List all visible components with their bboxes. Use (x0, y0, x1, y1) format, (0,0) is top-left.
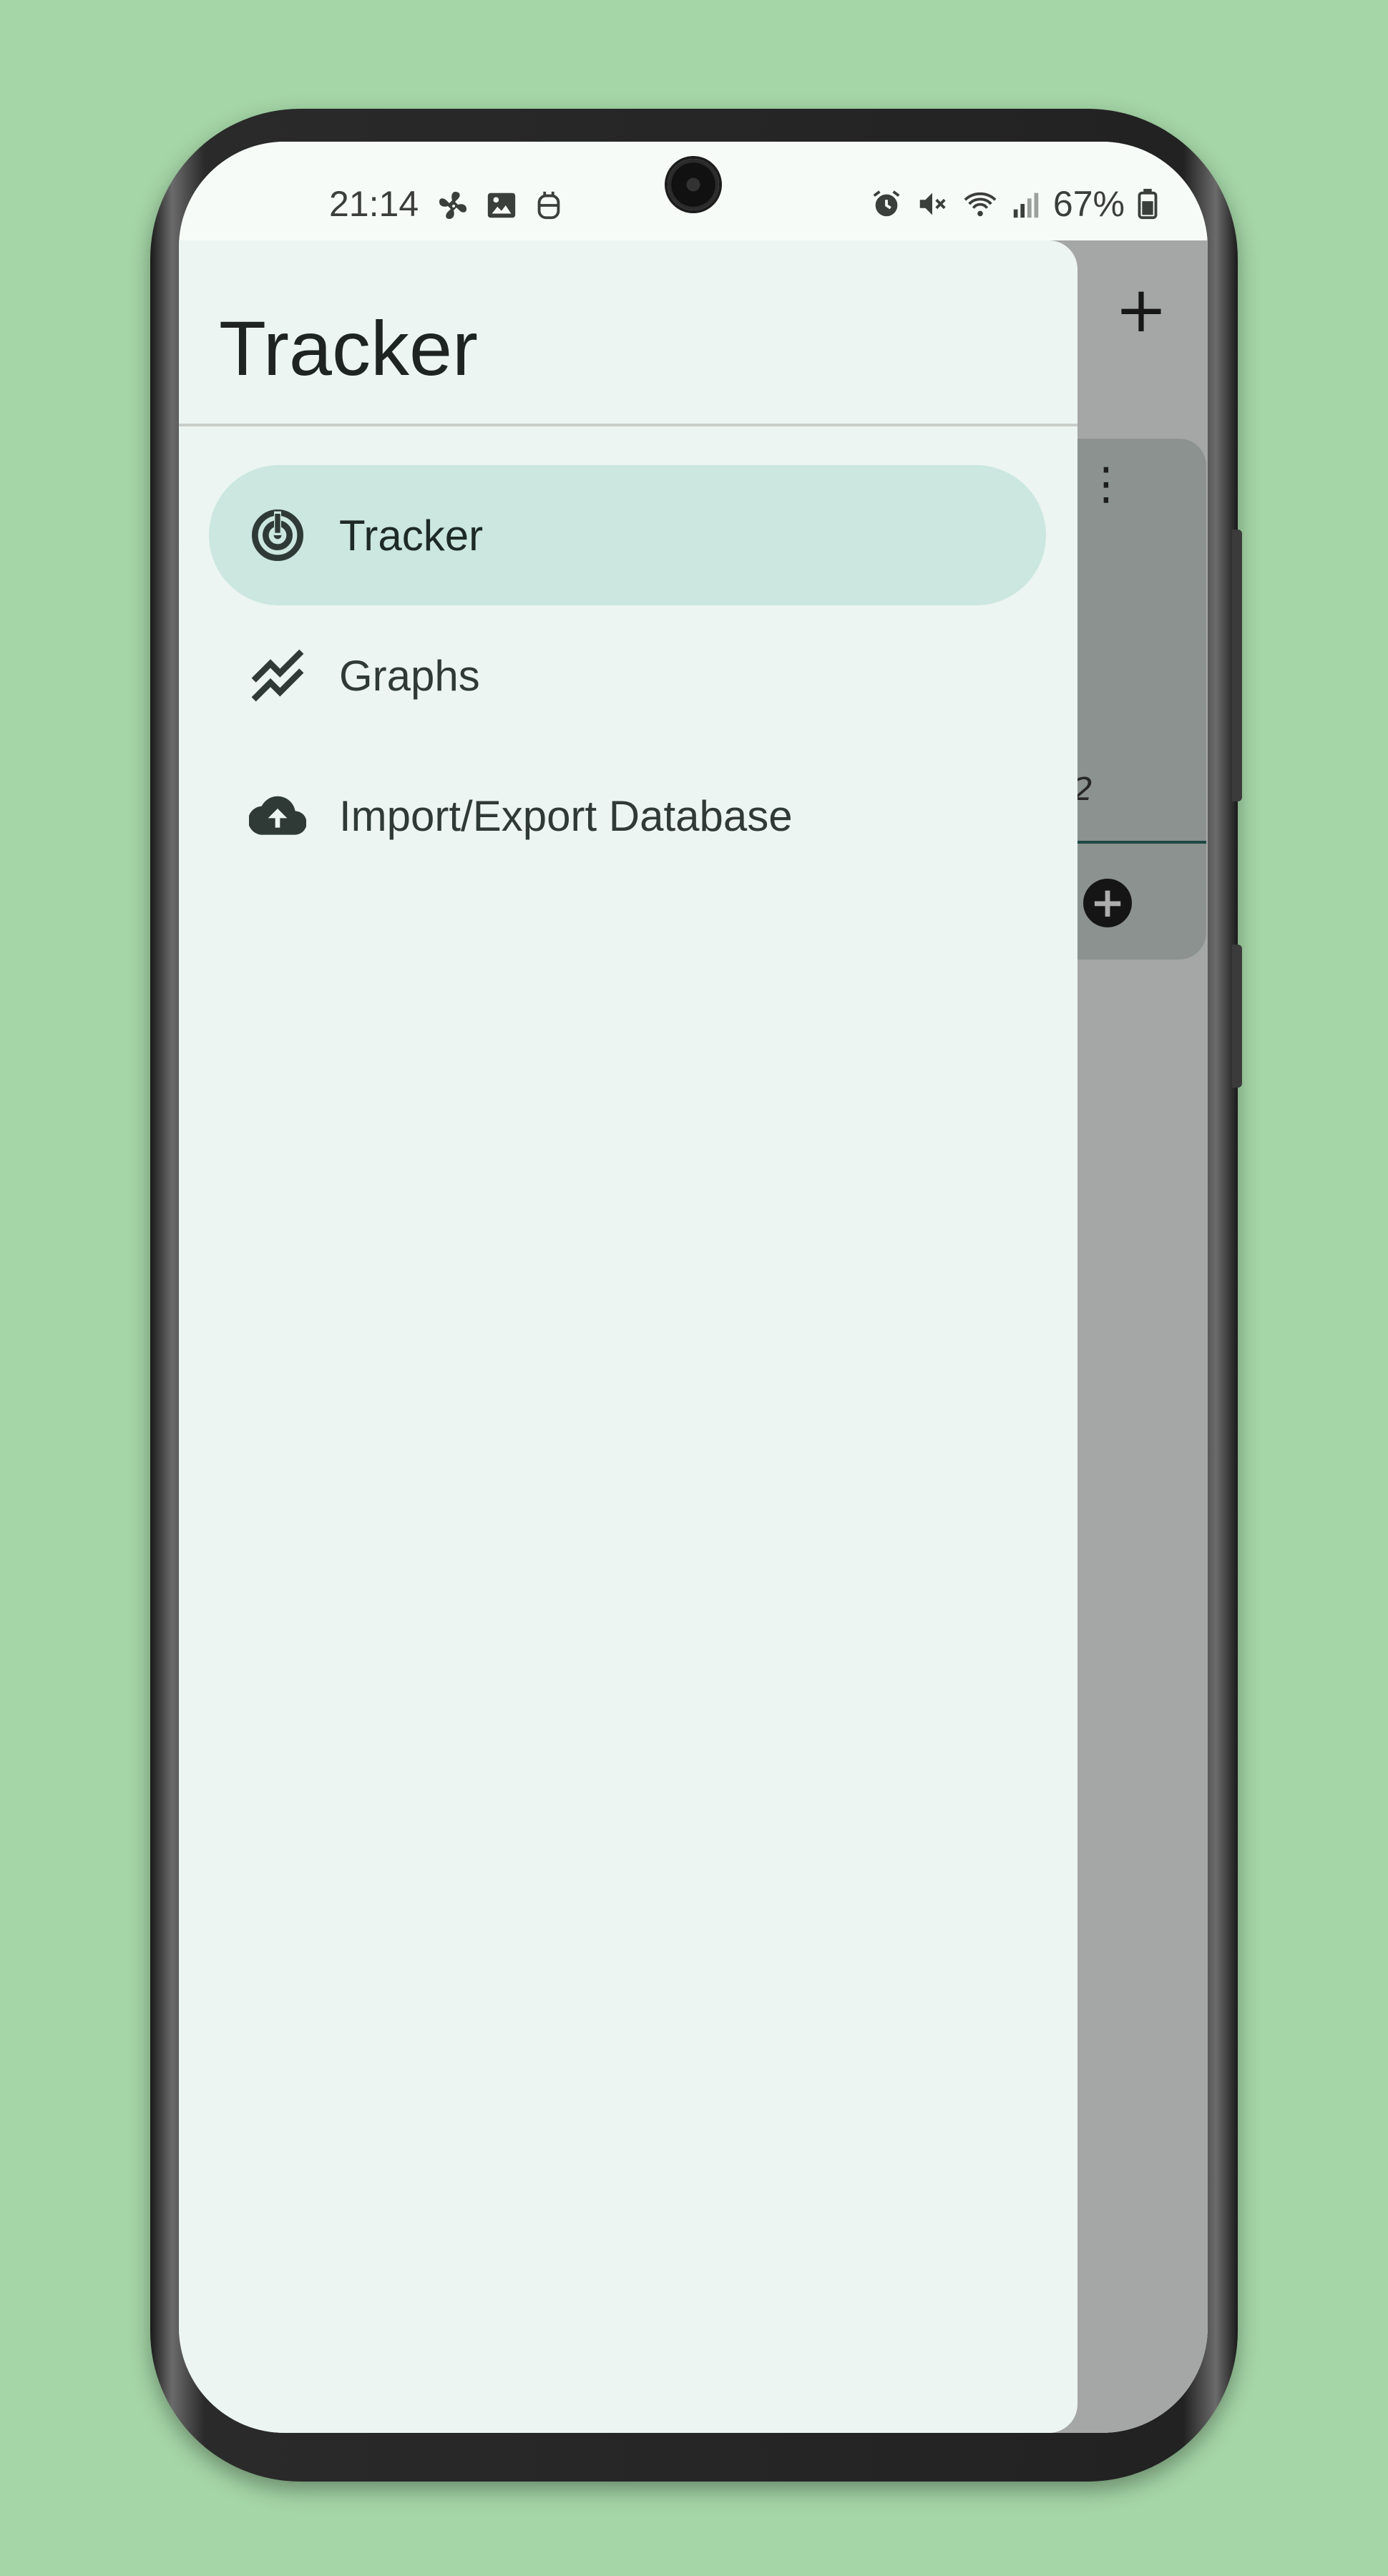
alarm-icon (873, 190, 900, 217)
navigation-drawer: Tracker Tracker Graphs Import/Export Dat… (179, 240, 1077, 2433)
drawer-divider (179, 424, 1077, 426)
target-icon (252, 509, 303, 561)
volume-button (1232, 530, 1242, 801)
nav-item-label: Import/Export Database (339, 791, 793, 840)
wifi-icon (964, 192, 997, 217)
nav-item-label: Tracker (339, 511, 484, 560)
drawer-title: Tracker (219, 305, 479, 391)
status-bar: 21:14 67% (179, 142, 1208, 240)
status-left-icons (436, 189, 565, 223)
nav-item-import-export[interactable]: Import/Export Database (209, 746, 1046, 886)
graph-icon (251, 649, 304, 702)
nav-item-graphs[interactable]: Graphs (209, 605, 1046, 746)
front-camera (668, 159, 719, 210)
robot-icon (537, 191, 560, 220)
status-right-icons: 67% (870, 183, 1158, 225)
power-button (1232, 945, 1242, 1088)
signal-icon (1013, 192, 1039, 218)
fan-icon (439, 192, 466, 219)
cloud-upload-icon (249, 796, 306, 835)
mute-icon (919, 192, 946, 215)
phone-screen: + ⋮ 2 + 21:14 67% Tracker (179, 142, 1208, 2433)
battery-percent: 67% (1052, 184, 1125, 224)
image-icon (487, 192, 516, 218)
battery-icon (1138, 188, 1158, 220)
nav-item-label: Graphs (339, 651, 480, 700)
nav-item-tracker[interactable]: Tracker (209, 465, 1046, 605)
status-time: 21:14 (329, 184, 419, 224)
